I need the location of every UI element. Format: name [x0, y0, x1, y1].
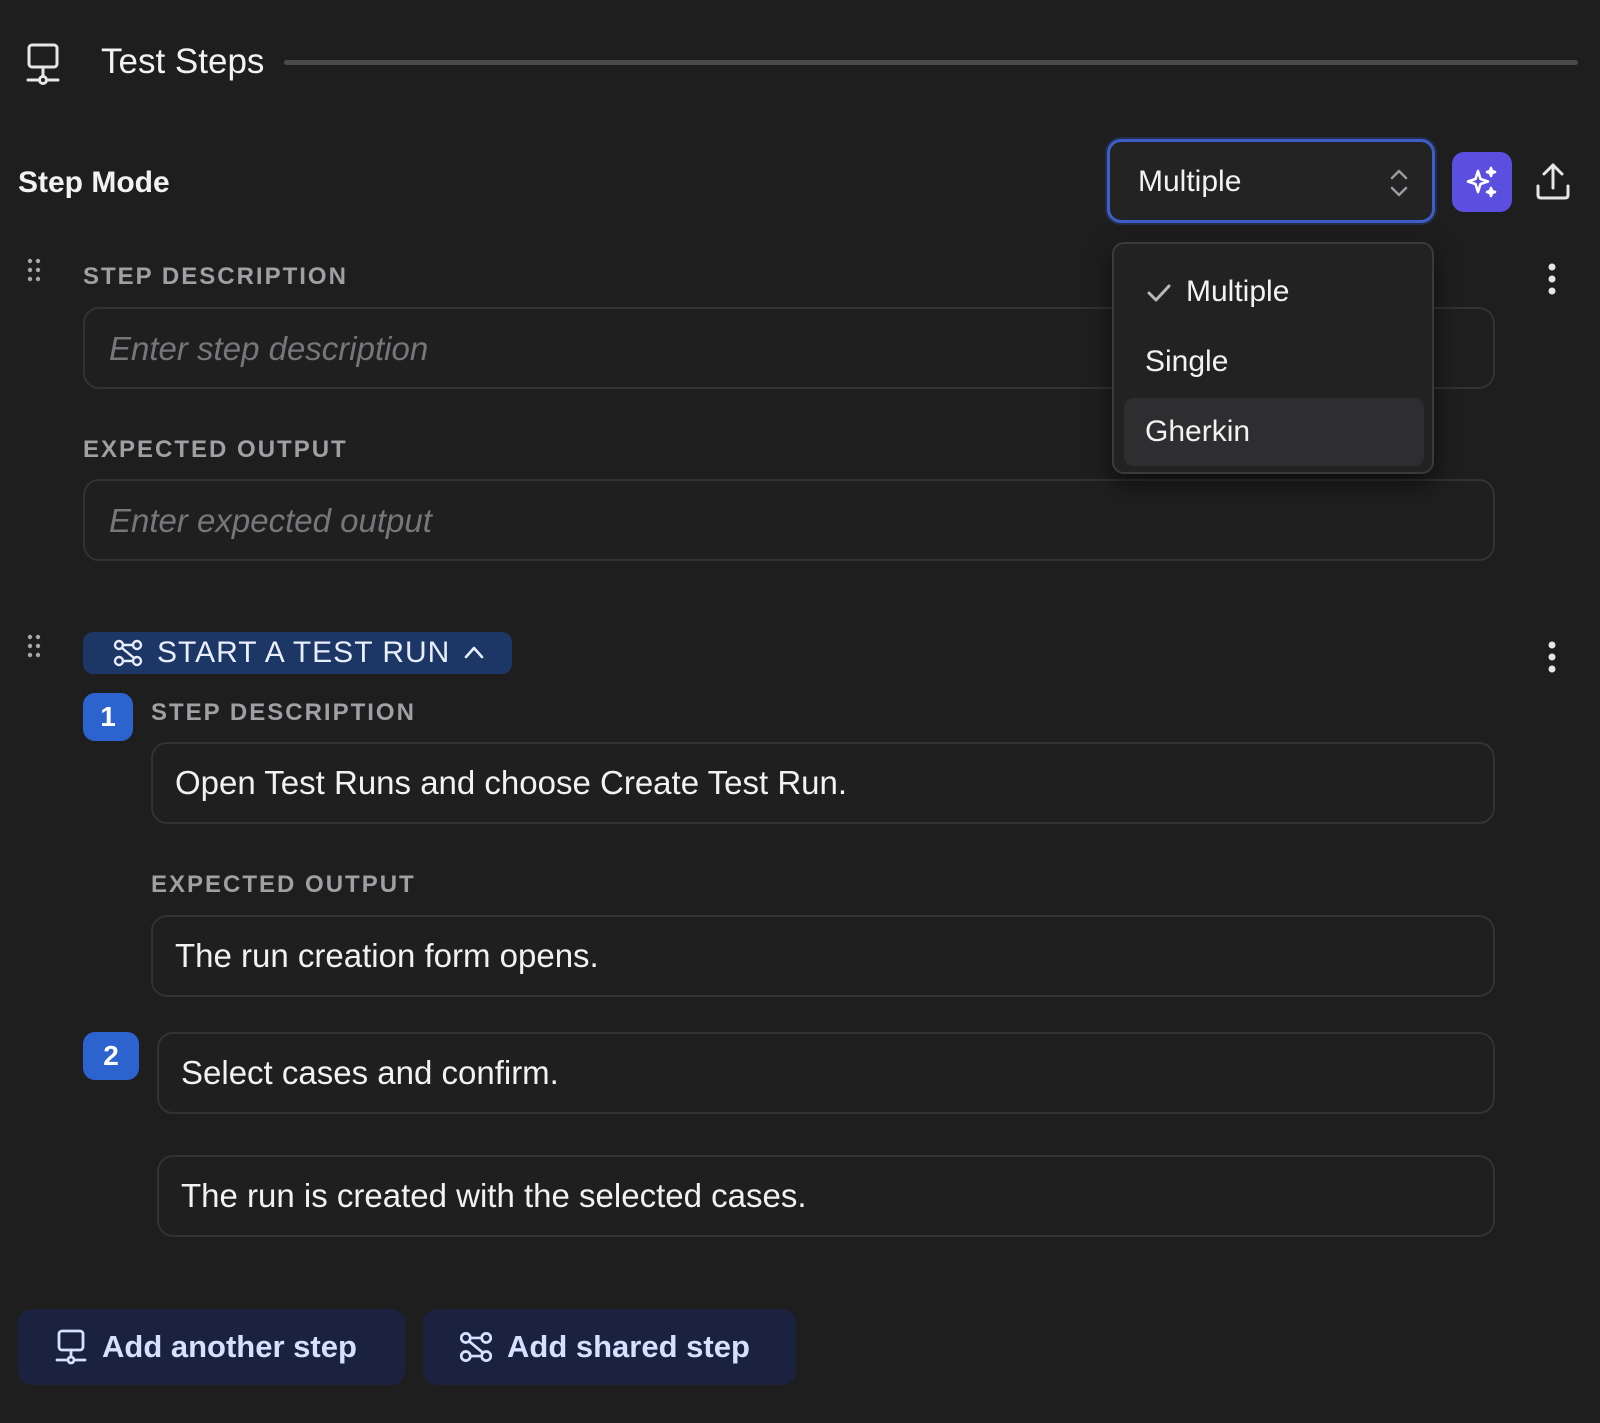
substep-output-text: The run is created with the selected cas…: [181, 1177, 807, 1214]
add-another-step-label: Add another step: [102, 1329, 357, 1364]
ai-generate-button[interactable]: [1452, 152, 1512, 212]
chevron-up-down-icon: [1390, 169, 1408, 197]
step-description-label: STEP DESCRIPTION: [151, 699, 416, 726]
drag-handle-icon[interactable]: [27, 634, 41, 658]
substep-output-field[interactable]: The run creation form opens.: [151, 915, 1495, 997]
add-shared-step-label: Add shared step: [507, 1329, 750, 1364]
add-another-step-button[interactable]: Add another step: [18, 1309, 405, 1385]
expected-output-input[interactable]: [107, 481, 1475, 561]
checkmark-icon: [1147, 284, 1171, 302]
step-description-label: STEP DESCRIPTION: [83, 263, 348, 290]
step-mode-label: Step Mode: [18, 166, 170, 199]
shared-step-icon: [459, 1332, 493, 1362]
dropdown-option-label: Gherkin: [1145, 415, 1251, 448]
step-mode-select[interactable]: Multiple: [1107, 139, 1435, 223]
expected-output-label: EXPECTED OUTPUT: [151, 871, 416, 898]
shared-step-title: START A TEST RUN: [157, 636, 451, 669]
dropdown-option-label: Multiple: [1186, 275, 1290, 308]
substep-output-field[interactable]: The run is created with the selected cas…: [157, 1155, 1495, 1237]
page-title: Test Steps: [101, 42, 265, 81]
substep-description-field[interactable]: Select cases and confirm.: [157, 1032, 1495, 1114]
dropdown-option-single[interactable]: Single: [1124, 330, 1424, 394]
substep-description-field[interactable]: Open Test Runs and choose Create Test Ru…: [151, 742, 1495, 824]
substep-description-text: Open Test Runs and choose Create Test Ru…: [175, 764, 848, 801]
substep-output-text: The run creation form opens.: [175, 937, 599, 974]
upload-icon[interactable]: [1533, 160, 1573, 204]
chevron-up-icon: [464, 646, 484, 659]
step-number-badge: 2: [83, 1032, 139, 1080]
expected-output-label: EXPECTED OUTPUT: [83, 436, 348, 463]
more-options-icon[interactable]: [1547, 262, 1557, 296]
shared-step-toggle[interactable]: START A TEST RUN: [83, 632, 512, 674]
header-divider: [284, 60, 1578, 65]
add-shared-step-button[interactable]: Add shared step: [423, 1309, 796, 1385]
dropdown-option-label: Single: [1145, 345, 1229, 378]
expected-output-field[interactable]: [83, 479, 1495, 561]
monitor-icon: [26, 43, 60, 85]
drag-handle-icon[interactable]: [27, 258, 41, 282]
step-mode-selected-value: Multiple: [1138, 165, 1242, 198]
step-number-badge: 1: [83, 693, 133, 741]
shared-step-icon: [113, 639, 143, 667]
sparkles-icon: [1466, 166, 1497, 198]
substep-description-text: Select cases and confirm.: [181, 1054, 559, 1091]
dropdown-option-gherkin[interactable]: Gherkin: [1124, 398, 1424, 466]
more-options-icon[interactable]: [1547, 640, 1557, 674]
step-mode-dropdown: Multiple Single Gherkin: [1112, 242, 1434, 474]
test-steps-panel: Test Steps Step Mode Multiple STEP DESCR…: [0, 0, 1600, 1423]
monitor-icon: [55, 1329, 87, 1365]
dropdown-option-multiple[interactable]: Multiple: [1124, 260, 1424, 324]
